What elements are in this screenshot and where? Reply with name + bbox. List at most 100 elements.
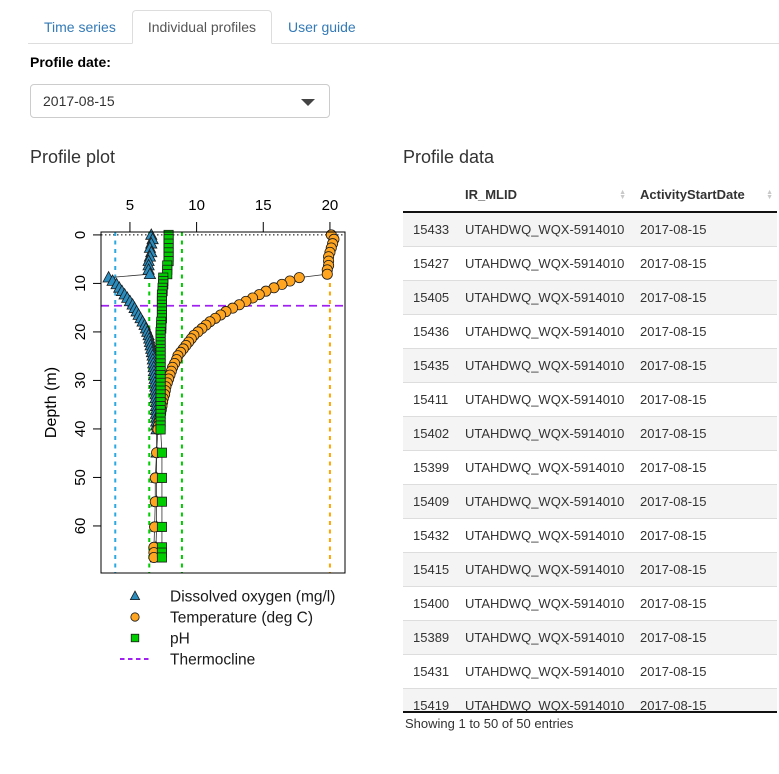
row-id-cell: 15399 xyxy=(403,451,455,485)
table-row[interactable]: 15432UTAHDWQ_WQX-59140102017-08-15 xyxy=(403,519,777,553)
column-header-row-number xyxy=(403,178,455,212)
legend-label-temperature-deg-c: Temperature (deg C) xyxy=(170,610,313,627)
table-row[interactable]: 15405UTAHDWQ_WQX-59140102017-08-15 xyxy=(403,281,777,315)
table-row[interactable]: 15419UTAHDWQ_WQX-59140102017-08-15 xyxy=(403,689,777,714)
y-tick-label: 0 xyxy=(72,231,89,239)
table-scroll-area: IR_MLID▲▼ActivityStartDate▲▼ 15433UTAHDW… xyxy=(403,178,777,713)
mlid-cell: UTAHDWQ_WQX-5914010 xyxy=(455,417,630,451)
row-id-cell: 15436 xyxy=(403,315,455,349)
table-row[interactable]: 15427UTAHDWQ_WQX-59140102017-08-15 xyxy=(403,247,777,281)
y-tick-label: 50 xyxy=(72,469,89,486)
tab-time-series: Time series xyxy=(28,10,132,44)
mlid-cell: UTAHDWQ_WQX-5914010 xyxy=(455,553,630,587)
table-row[interactable]: 15415UTAHDWQ_WQX-59140102017-08-15 xyxy=(403,553,777,587)
date-cell: 2017-08-15 xyxy=(630,519,777,553)
row-id-cell: 15402 xyxy=(403,417,455,451)
marker-square xyxy=(131,634,139,642)
plot-box xyxy=(101,232,345,573)
mlid-cell: UTAHDWQ_WQX-5914010 xyxy=(455,349,630,383)
mlid-cell: UTAHDWQ_WQX-5914010 xyxy=(455,212,630,247)
date-cell: 2017-08-15 xyxy=(630,281,777,315)
plot-section-title: Profile plot xyxy=(30,147,115,168)
marker-circle xyxy=(294,272,304,282)
mlid-cell: UTAHDWQ_WQX-5914010 xyxy=(455,519,630,553)
x-tick-label: 20 xyxy=(322,197,339,214)
profile-date-select[interactable]: 2017-08-15 xyxy=(30,84,330,118)
date-cell: 2017-08-15 xyxy=(630,383,777,417)
x-tick-label: 10 xyxy=(188,197,205,214)
sort-icon: ▲▼ xyxy=(766,190,773,200)
date-cell: 2017-08-15 xyxy=(630,212,777,247)
table-row[interactable]: 15433UTAHDWQ_WQX-59140102017-08-15 xyxy=(403,212,777,247)
mlid-cell: UTAHDWQ_WQX-5914010 xyxy=(455,451,630,485)
table-row[interactable]: 15411UTAHDWQ_WQX-59140102017-08-15 xyxy=(403,383,777,417)
row-id-cell: 15405 xyxy=(403,281,455,315)
table-info: Showing 1 to 50 of 50 entries xyxy=(405,716,573,731)
row-id-cell: 15433 xyxy=(403,212,455,247)
row-id-cell: 15419 xyxy=(403,689,455,714)
column-header-activitystartdate[interactable]: ActivityStartDate ▲▼ xyxy=(630,178,777,212)
marker-circle xyxy=(322,269,332,279)
date-cell: 2017-08-15 xyxy=(630,689,777,714)
table-row[interactable]: 15402UTAHDWQ_WQX-59140102017-08-15 xyxy=(403,417,777,451)
tab-link-user-guide[interactable]: User guide xyxy=(272,10,372,44)
tab-link-time-series[interactable]: Time series xyxy=(28,10,132,44)
date-cell: 2017-08-15 xyxy=(630,485,777,519)
column-label: ActivityStartDate xyxy=(640,187,745,202)
table-row[interactable]: 15400UTAHDWQ_WQX-59140102017-08-15 xyxy=(403,587,777,621)
table-row[interactable]: 15389UTAHDWQ_WQX-59140102017-08-15 xyxy=(403,621,777,655)
profile-date-value: 2017-08-15 xyxy=(43,93,115,109)
tab-user-guide: User guide xyxy=(272,10,372,44)
y-axis-title: Depth (m) xyxy=(43,367,60,438)
row-id-cell: 15400 xyxy=(403,587,455,621)
table-row[interactable]: 15409UTAHDWQ_WQX-59140102017-08-15 xyxy=(403,485,777,519)
x-tick-label: 5 xyxy=(126,197,134,214)
legend-label-dissolved-oxygen-mg-l: Dissolved oxygen (mg/l) xyxy=(170,589,335,606)
column-label: IR_MLID xyxy=(465,187,517,202)
mlid-cell: UTAHDWQ_WQX-5914010 xyxy=(455,689,630,714)
marker-square xyxy=(157,553,166,562)
sort-icon: ▲▼ xyxy=(619,190,626,200)
table-section-title: Profile data xyxy=(403,147,494,168)
table-row[interactable]: 15399UTAHDWQ_WQX-59140102017-08-15 xyxy=(403,451,777,485)
marker-square xyxy=(156,425,165,434)
profile-date-label: Profile date: xyxy=(30,54,111,70)
profile-plot-svg: 5 10 15 20 0 10 20 30 40 50 60 Depth (m) Dissolved o… xyxy=(30,180,382,692)
table-row[interactable]: 15436UTAHDWQ_WQX-59140102017-08-15 xyxy=(403,315,777,349)
marker-square xyxy=(157,522,166,531)
mlid-cell: UTAHDWQ_WQX-5914010 xyxy=(455,655,630,689)
y-tick-label: 60 xyxy=(72,518,89,535)
date-cell: 2017-08-15 xyxy=(630,247,777,281)
table-row[interactable]: 15435UTAHDWQ_WQX-59140102017-08-15 xyxy=(403,349,777,383)
column-header-ir-mlid[interactable]: IR_MLID ▲▼ xyxy=(455,178,630,212)
mlid-cell: UTAHDWQ_WQX-5914010 xyxy=(455,315,630,349)
date-cell: 2017-08-15 xyxy=(630,553,777,587)
date-cell: 2017-08-15 xyxy=(630,349,777,383)
date-cell: 2017-08-15 xyxy=(630,451,777,485)
tab-link-individual-profiles[interactable]: Individual profiles xyxy=(132,10,272,44)
date-cell: 2017-08-15 xyxy=(630,587,777,621)
x-tick-label: 15 xyxy=(255,197,272,214)
date-cell: 2017-08-15 xyxy=(630,621,777,655)
y-tick-label: 10 xyxy=(72,275,89,292)
profile-plot: 5 10 15 20 0 10 20 30 40 50 60 Depth (m) Dissolved o… xyxy=(30,180,382,692)
row-id-cell: 15409 xyxy=(403,485,455,519)
date-cell: 2017-08-15 xyxy=(630,655,777,689)
legend-label-ph: pH xyxy=(170,631,190,648)
row-id-cell: 15435 xyxy=(403,349,455,383)
marker-square xyxy=(157,448,166,457)
row-id-cell: 15432 xyxy=(403,519,455,553)
marker-square xyxy=(157,497,166,506)
y-tick-label: 40 xyxy=(72,421,89,438)
mlid-cell: UTAHDWQ_WQX-5914010 xyxy=(455,621,630,655)
mlid-cell: UTAHDWQ_WQX-5914010 xyxy=(455,281,630,315)
y-tick-label: 30 xyxy=(72,372,89,389)
mlid-cell: UTAHDWQ_WQX-5914010 xyxy=(455,383,630,417)
row-id-cell: 15415 xyxy=(403,553,455,587)
row-id-cell: 15431 xyxy=(403,655,455,689)
date-cell: 2017-08-15 xyxy=(630,417,777,451)
y-tick-label: 20 xyxy=(72,324,89,341)
marker-triangle xyxy=(130,591,139,600)
row-id-cell: 15427 xyxy=(403,247,455,281)
table-row[interactable]: 15431UTAHDWQ_WQX-59140102017-08-15 xyxy=(403,655,777,689)
